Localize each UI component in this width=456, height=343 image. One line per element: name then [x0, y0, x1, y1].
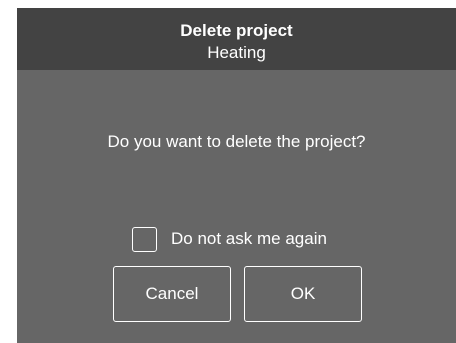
checkbox-label[interactable]: Do not ask me again — [171, 229, 327, 249]
checkbox-box[interactable] — [132, 226, 157, 252]
ok-button[interactable]: OK — [244, 266, 362, 322]
cancel-button[interactable]: Cancel — [113, 266, 231, 322]
dialog-header: Delete project Heating — [17, 8, 456, 70]
delete-project-dialog: Delete project Heating Do you want to de… — [17, 8, 456, 343]
dialog-subtitle: Heating — [207, 43, 266, 62]
dialog-message: Do you want to delete the project? — [107, 132, 366, 151]
do-not-ask-again-checkbox[interactable]: Do not ask me again — [132, 224, 327, 254]
dialog-title: Delete project — [180, 21, 293, 40]
